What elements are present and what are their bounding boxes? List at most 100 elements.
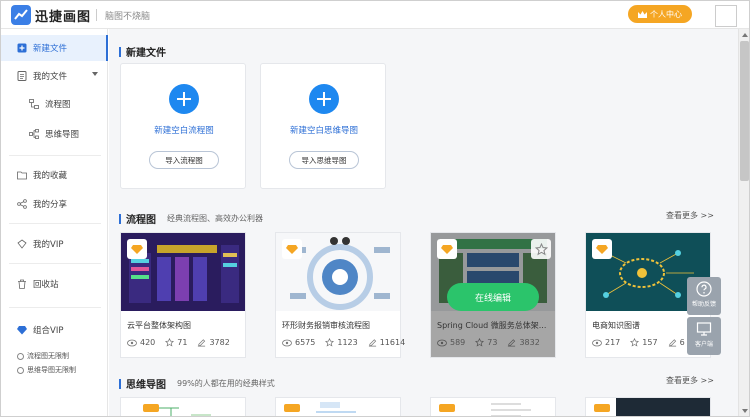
star-icon xyxy=(325,338,335,347)
edit-icon xyxy=(668,339,676,347)
template-name: 环形财务报销审核流程图 xyxy=(282,321,370,330)
sidebar-item-label: 新建文件 xyxy=(33,44,68,54)
sidebar-item-new-file[interactable]: 新建文件 xyxy=(1,35,108,61)
star-icon xyxy=(475,338,485,347)
help-feedback-button[interactable]: 帮助反馈 xyxy=(687,277,721,315)
template-stats: 217 157 6 xyxy=(592,338,685,347)
section-title-mindmap: 思维导图 xyxy=(119,376,166,391)
sidebar-item-label: 我的分享 xyxy=(33,200,68,210)
uses-stat: 3832 xyxy=(507,338,540,347)
section-title-new-file: 新建文件 xyxy=(119,44,166,59)
scrollbar-thumb[interactable] xyxy=(740,41,749,181)
new-flowchart-card[interactable]: 新建空白流程图 导入流程图 xyxy=(120,63,246,189)
sidebar-item-label: 组合VIP xyxy=(33,326,64,336)
template-name: Spring Cloud 微服务总体架... xyxy=(437,321,547,330)
sidebar-divider xyxy=(9,263,101,264)
vip-badge-icon xyxy=(437,239,457,259)
uses-stat: 3782 xyxy=(197,338,230,347)
user-center-button[interactable]: 个人中心 xyxy=(628,5,692,23)
user-center-label: 个人中心 xyxy=(650,9,682,19)
scroll-down-arrow-icon[interactable] xyxy=(742,409,748,413)
sidebar-item-label: 我的收藏 xyxy=(33,171,68,181)
new-mindmap-label[interactable]: 新建空白思维导图 xyxy=(261,124,387,136)
section-subtitle-mindmap: 99%的人都在用的经典样式 xyxy=(177,379,275,388)
app-window: 迅捷画图 脑图不烧脑 个人中心 新建文件 我的文件 流程图 思维导图 我的收藏 … xyxy=(0,0,750,417)
sidebar-item-trash[interactable]: 回收站 xyxy=(1,271,108,297)
eye-icon xyxy=(282,339,292,346)
client-label: 客户端 xyxy=(694,341,713,348)
template-card-hovered[interactable]: 在线编辑 Spring Cloud 微服务总体架... 589 73 3832 xyxy=(430,232,556,358)
likes-stat: 71 xyxy=(165,338,187,347)
favorite-star-icon[interactable] xyxy=(531,239,551,259)
eye-icon xyxy=(127,339,137,346)
edit-online-button[interactable]: 在线编辑 xyxy=(447,283,539,311)
logo[interactable]: 迅捷画图 xyxy=(11,5,91,25)
sidebar-item-mindmap[interactable]: 思维导图 xyxy=(1,121,108,147)
sidebar-item-combo-vip[interactable]: 组合VIP xyxy=(1,317,108,343)
views-stat: 589 xyxy=(437,338,465,347)
sidebar-item-label: 回收站 xyxy=(33,280,59,290)
diamond-icon xyxy=(17,325,27,335)
eye-icon xyxy=(437,339,447,346)
client-download-button[interactable]: 客户端 xyxy=(687,317,721,355)
import-mindmap-button[interactable]: 导入思维导图 xyxy=(289,151,359,169)
vip-icon xyxy=(17,239,27,249)
edit-icon xyxy=(508,339,516,347)
chevron-down-icon xyxy=(92,72,98,76)
views-stat: 420 xyxy=(127,338,155,347)
flowchart-icon xyxy=(29,99,39,109)
template-stats: 420 71 3782 xyxy=(127,338,230,347)
sidebar-item-favorites[interactable]: 我的收藏 xyxy=(1,162,108,188)
app-name: 迅捷画图 xyxy=(35,9,92,25)
edit-icon xyxy=(368,339,376,347)
sidebar-item-label: 我的文件 xyxy=(33,72,68,82)
file-list-icon xyxy=(17,71,27,81)
views-stat: 217 xyxy=(592,338,620,347)
template-stats: 6575 1123 11614 xyxy=(282,338,405,347)
vip-badge-icon xyxy=(592,239,612,259)
sidebar-item-my-vip[interactable]: 我的VIP xyxy=(1,231,108,257)
uses-stat: 11614 xyxy=(368,338,405,347)
see-more-flowchart-link[interactable]: 查看更多 >> xyxy=(666,210,714,221)
trash-icon xyxy=(17,279,27,289)
question-icon xyxy=(696,281,712,297)
mindmap-template-card[interactable] xyxy=(585,397,711,416)
star-icon xyxy=(630,338,640,347)
star-icon xyxy=(165,338,175,347)
check-circle-icon xyxy=(17,352,24,360)
vip-badge-icon xyxy=(127,239,147,259)
vip-badge-icon xyxy=(282,239,302,259)
mindmap-template-card[interactable] xyxy=(275,397,401,416)
new-mindmap-card[interactable]: 新建空白思维导图 导入思维导图 xyxy=(260,63,386,189)
template-card[interactable]: 环形财务报销审核流程图 6575 1123 11614 xyxy=(275,232,405,358)
see-more-mindmap-link[interactable]: 查看更多 >> xyxy=(666,375,714,386)
vip-note-mindmap: 思维导图无限制 xyxy=(17,365,76,375)
template-card[interactable]: 云平台整体架构图 420 71 3782 xyxy=(120,232,246,358)
sidebar-item-flowchart[interactable]: 流程图 xyxy=(1,91,108,117)
import-flowchart-button[interactable]: 导入流程图 xyxy=(149,151,219,169)
scroll-up-arrow-icon[interactable] xyxy=(742,33,748,37)
header-divider xyxy=(96,9,97,21)
sidebar-item-label: 流程图 xyxy=(45,100,71,110)
uses-stat: 6 xyxy=(668,338,685,347)
likes-stat: 73 xyxy=(475,338,497,347)
plus-icon[interactable] xyxy=(309,84,339,114)
edit-icon xyxy=(198,339,206,347)
sidebar-divider xyxy=(9,307,101,308)
top-bar: 迅捷画图 脑图不烧脑 个人中心 xyxy=(1,1,749,29)
plus-icon[interactable] xyxy=(169,84,199,114)
folder-star-icon xyxy=(17,170,27,180)
slogan: 脑图不烧脑 xyxy=(105,12,151,22)
avatar[interactable] xyxy=(715,5,737,27)
new-flowchart-label[interactable]: 新建空白流程图 xyxy=(121,124,247,136)
sidebar-divider xyxy=(9,155,101,156)
mindmap-template-card[interactable] xyxy=(120,397,246,416)
sidebar-item-shares[interactable]: 我的分享 xyxy=(1,191,108,217)
likes-stat: 1123 xyxy=(325,338,358,347)
sidebar-item-label: 思维导图 xyxy=(45,130,80,140)
mindmap-template-card[interactable] xyxy=(430,397,556,416)
crown-icon xyxy=(638,10,647,18)
sidebar-item-my-files[interactable]: 我的文件 xyxy=(1,63,108,89)
sidebar: 新建文件 我的文件 流程图 思维导图 我的收藏 我的分享 我的VIP 回收站 组… xyxy=(1,29,108,416)
section-title-flowchart: 流程图 xyxy=(119,211,156,226)
